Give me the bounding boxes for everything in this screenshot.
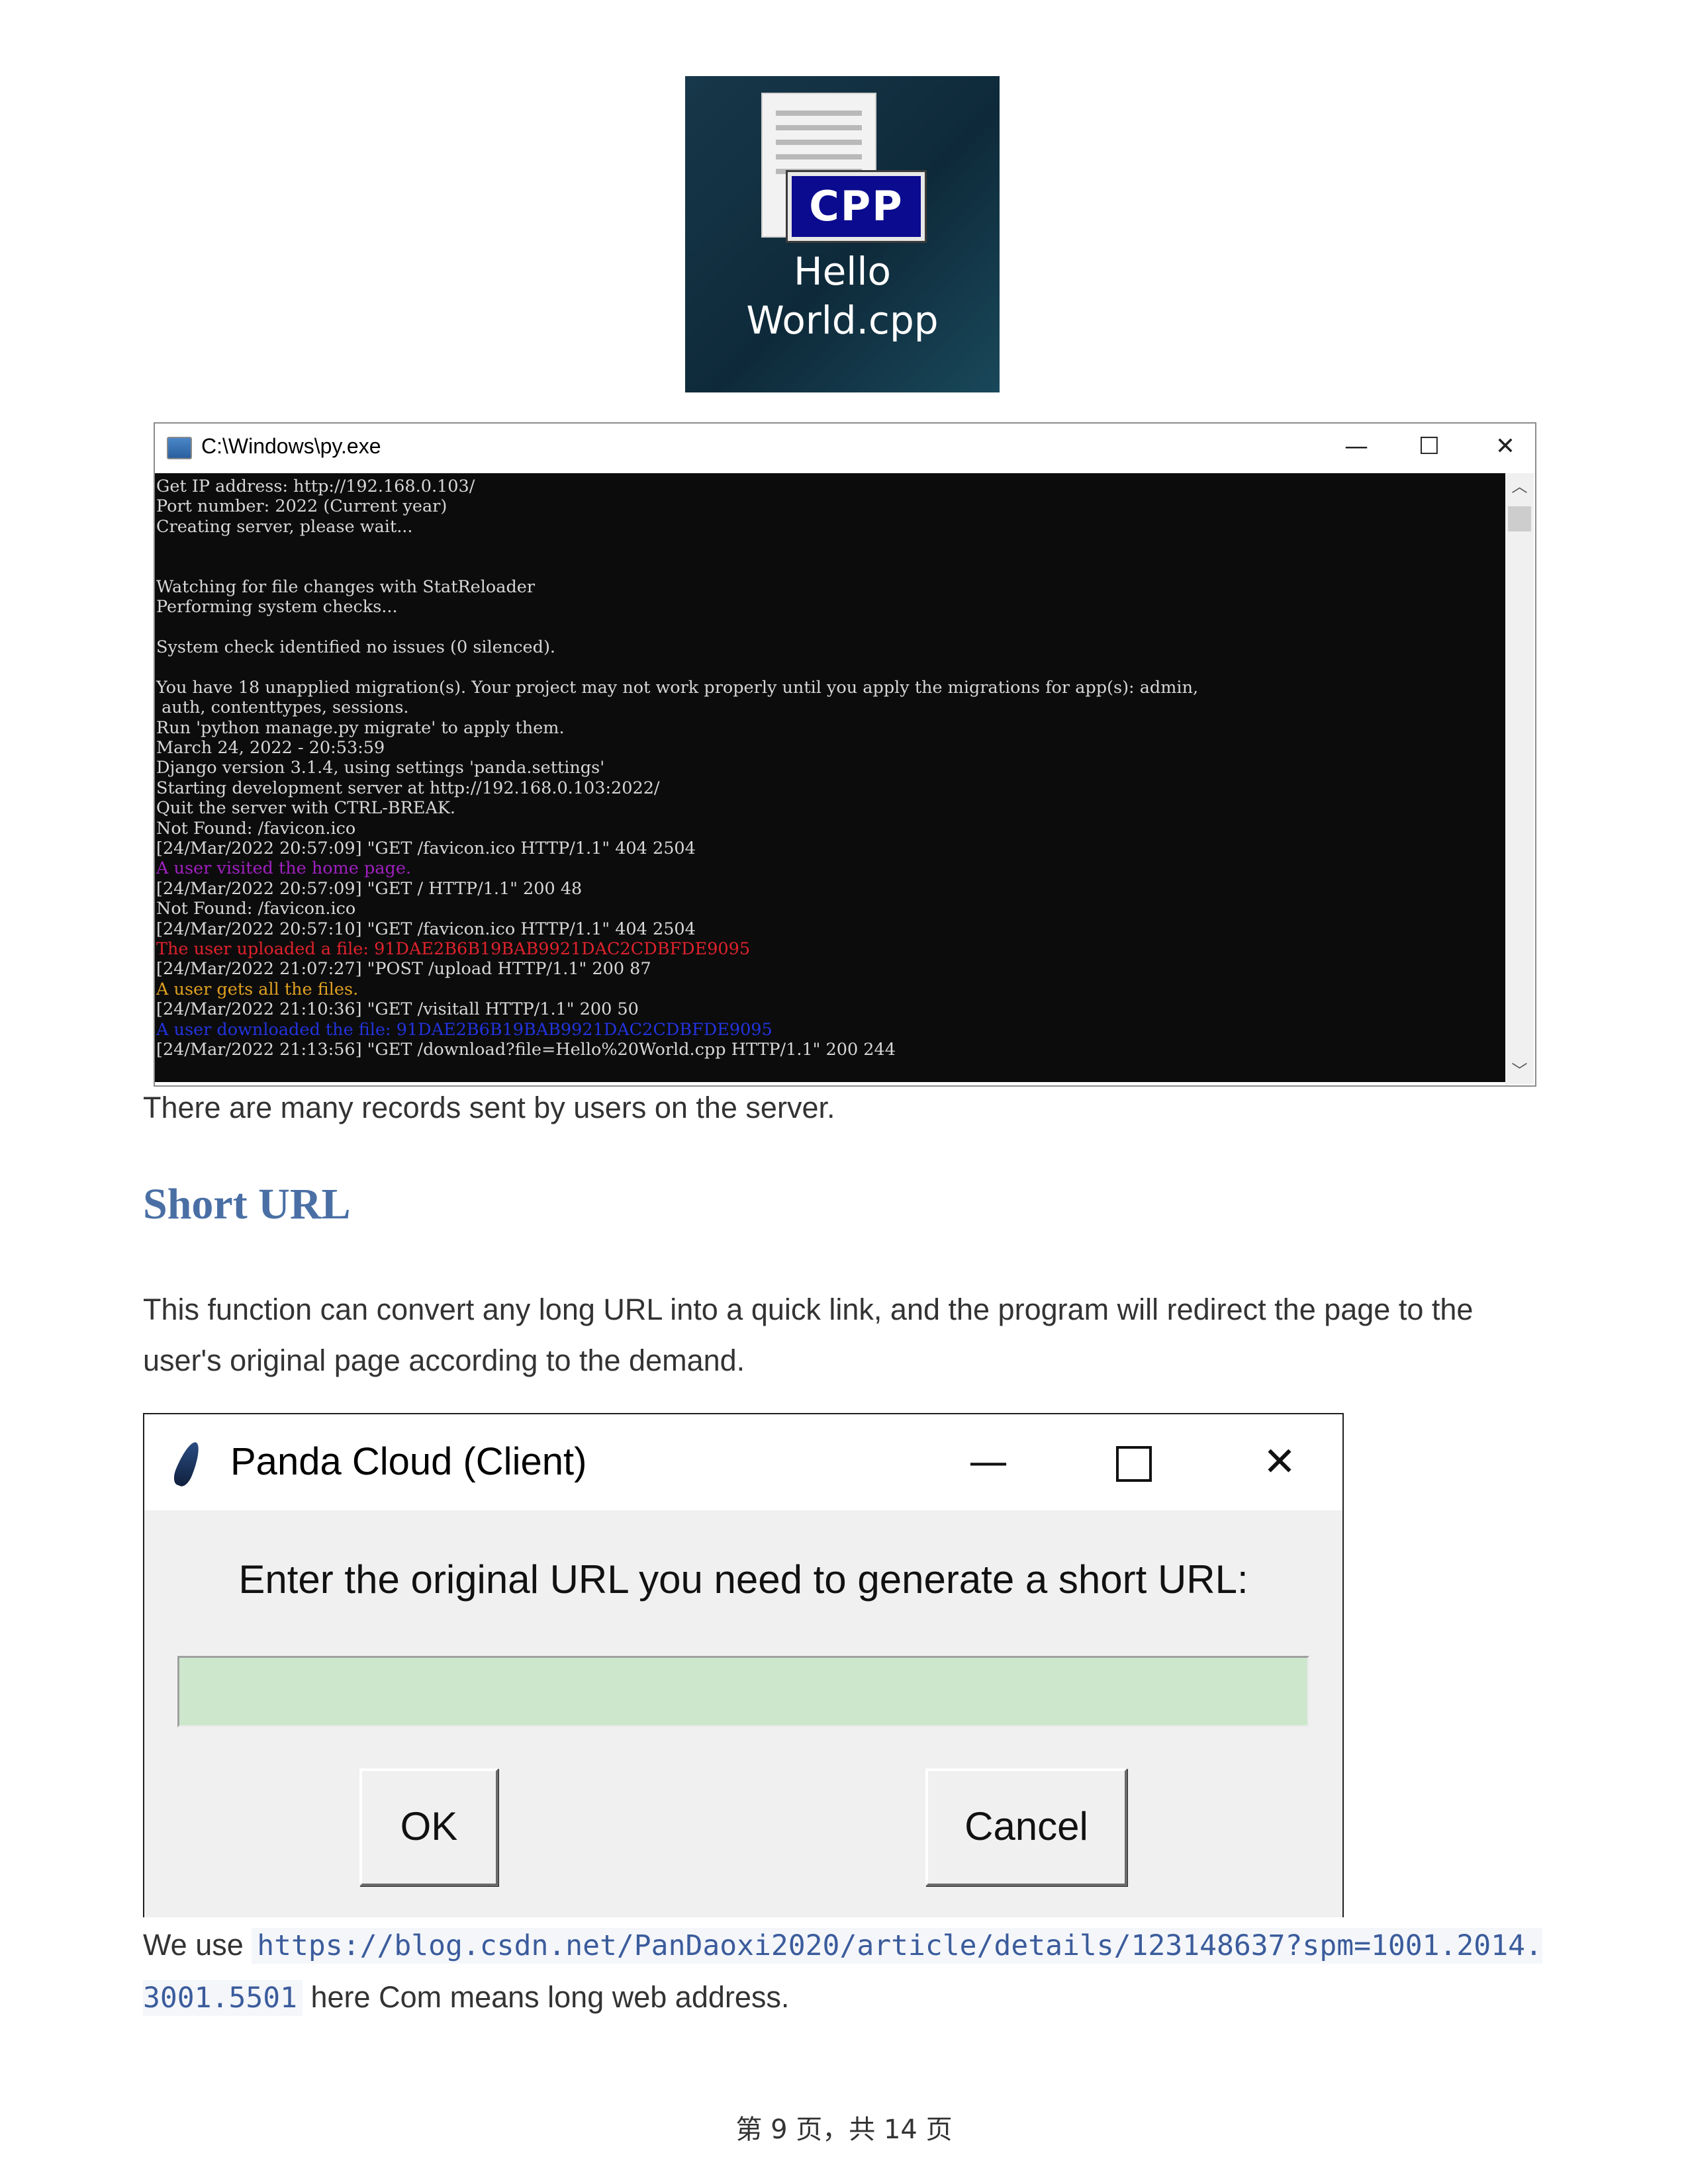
console-line: Run 'python manage.py migrate' to apply … <box>156 717 565 738</box>
final-paragraph: We use https://blog.csdn.net/PanDaoxi202… <box>143 1919 1546 2024</box>
console-line: Watching for file changes with StatReloa… <box>156 576 536 597</box>
dialog-prompt: Enter the original URL you need to gener… <box>238 1557 1248 1602</box>
scroll-up-arrow-icon[interactable]: ︿ <box>1505 473 1534 500</box>
console-line: Creating server, please wait... <box>156 516 413 537</box>
cpp-badge: CPP <box>788 172 925 241</box>
console-line: auth, contenttypes, sessions. <box>156 698 409 718</box>
section-heading: Short URL <box>143 1180 351 1228</box>
console-line: System check identified no issues (0 sil… <box>156 637 555 658</box>
console-line: You have 18 unapplied migration(s). Your… <box>156 677 1199 698</box>
console-output: Get IP address: http://192.168.0.103/Por… <box>155 473 1505 1082</box>
final-text-before: We use <box>143 1928 252 1962</box>
console-line: [24/Mar/2022 20:57:09] "GET / HTTP/1.1" … <box>156 878 583 899</box>
dialog-title: Panda Cloud (Client) <box>230 1440 587 1483</box>
short-url-dialog: Panda Cloud (Client) — ✕ Enter the origi… <box>143 1413 1344 1917</box>
console-line: [24/Mar/2022 21:07:27] "POST /upload HTT… <box>156 959 651 979</box>
console-line: [24/Mar/2022 20:57:10] "GET /favicon.ico… <box>156 919 696 939</box>
console-line: Not Found: /favicon.ico <box>156 899 356 919</box>
console-window: C:\Windows\py.exe — ☐ ✕ Get IP address: … <box>154 422 1536 1087</box>
final-text-after: here Com means long web address. <box>303 1980 790 2014</box>
console-title: C:\Windows\py.exe <box>201 434 381 458</box>
console-line: A user downloaded the file: 91DAE2B6B19B… <box>156 1019 773 1040</box>
console-line: [24/Mar/2022 20:57:09] "GET /favicon.ico… <box>156 839 696 859</box>
console-line: March 24, 2022 - 20:53:59 <box>156 738 385 758</box>
url-input[interactable] <box>177 1656 1309 1727</box>
console-line: Starting development server at http://19… <box>156 778 660 798</box>
close-button[interactable]: ✕ <box>1476 430 1535 463</box>
console-line: A user visited the home page. <box>156 858 412 879</box>
console-line: [24/Mar/2022 21:13:56] "GET /download?fi… <box>156 1039 896 1060</box>
maximize-icon <box>1116 1446 1152 1482</box>
console-caption: There are many records sent by users on … <box>143 1091 835 1124</box>
desktop-file-icon[interactable]: CPP Hello World.cpp <box>685 76 1000 392</box>
console-scrollbar[interactable]: ︿ ﹀ <box>1505 473 1534 1084</box>
minimize-button[interactable]: — <box>1327 430 1386 463</box>
scroll-down-arrow-icon[interactable]: ﹀ <box>1505 1058 1534 1084</box>
console-line: Not Found: /favicon.ico <box>156 818 356 839</box>
maximize-button[interactable]: ☐ <box>1399 430 1459 463</box>
console-line: Performing system checks... <box>156 597 398 617</box>
dialog-titlebar[interactable]: Panda Cloud (Client) — ✕ <box>144 1414 1342 1510</box>
feather-icon <box>170 1439 205 1489</box>
console-line: Django version 3.1.4, using settings 'pa… <box>156 758 605 778</box>
console-line: Port number: 2022 (Current year) <box>156 496 447 517</box>
ok-button[interactable]: OK <box>359 1768 498 1886</box>
console-line: [24/Mar/2022 21:10:36] "GET /visitall HT… <box>156 999 639 1020</box>
dialog-minimize-button[interactable]: — <box>955 1437 1021 1487</box>
console-line: Quit the server with CTRL-BREAK. <box>156 798 456 819</box>
console-line: A user gets all the files. <box>156 979 359 999</box>
python-app-icon <box>167 437 192 459</box>
console-line: The user uploaded a file: 91DAE2B6B19BAB… <box>156 938 751 959</box>
dialog-maximize-button[interactable] <box>1101 1437 1167 1487</box>
scroll-thumb[interactable] <box>1508 506 1531 531</box>
console-line: Get IP address: http://192.168.0.103/ <box>156 477 475 496</box>
dialog-close-button[interactable]: ✕ <box>1246 1437 1313 1487</box>
console-titlebar[interactable]: C:\Windows\py.exe — ☐ ✕ <box>155 424 1535 473</box>
cancel-button[interactable]: Cancel <box>925 1768 1127 1886</box>
page-footer: 第 9 页，共 14 页 <box>735 2115 953 2145</box>
file-name-label: Hello World.cpp <box>746 249 939 343</box>
section-paragraph: This function can convert any long URL i… <box>143 1293 1474 1377</box>
